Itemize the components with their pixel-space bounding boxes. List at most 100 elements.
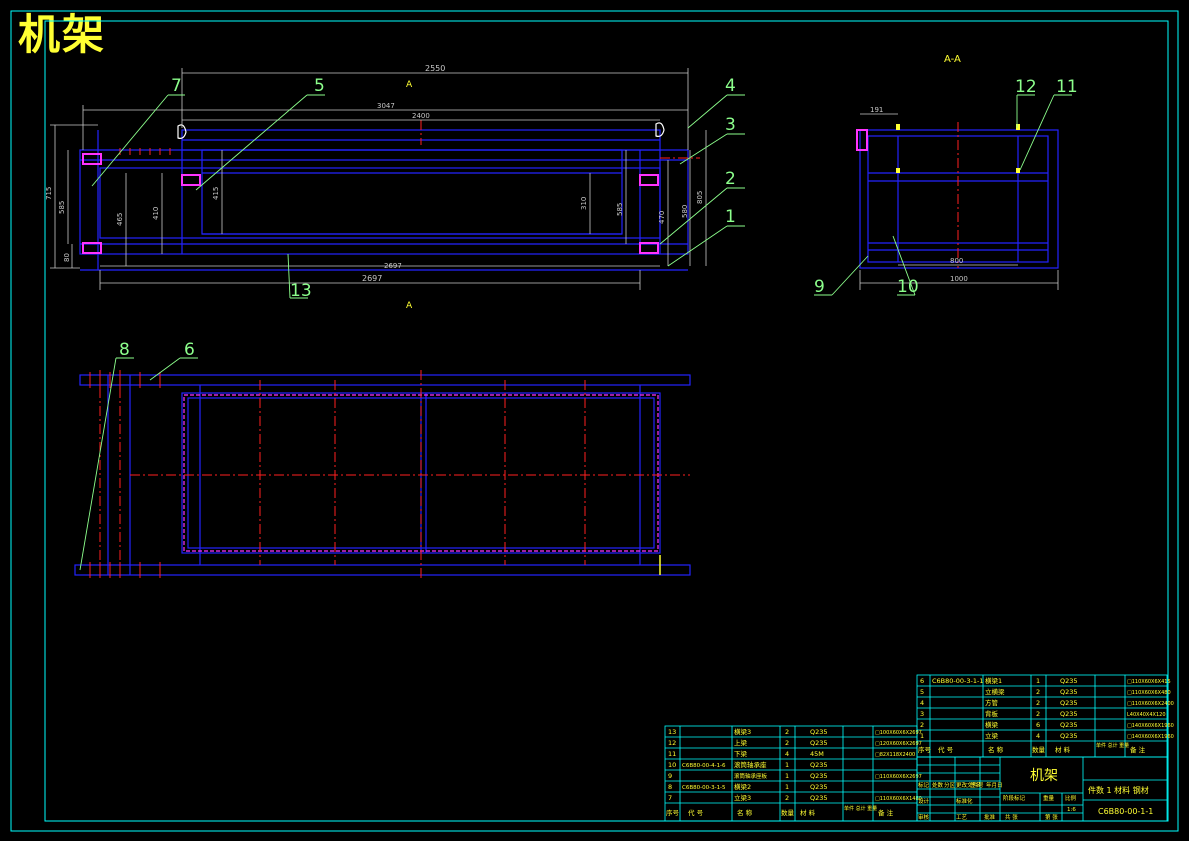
svg-text:7: 7 [668, 794, 672, 802]
svg-text:Q235: Q235 [1060, 699, 1078, 707]
svg-text:□100X60X6X2697: □100X60X6X2697 [875, 730, 922, 736]
svg-text:重量: 重量 [1043, 794, 1055, 802]
svg-text:上梁: 上梁 [734, 738, 748, 747]
svg-text:方管: 方管 [985, 698, 999, 707]
svg-text:材 料: 材 料 [800, 808, 816, 817]
svg-text:序号: 序号 [666, 808, 680, 817]
dim-805: 805 [696, 191, 704, 204]
dim-585a: 585 [58, 201, 66, 214]
svg-text:Q235: Q235 [810, 728, 828, 736]
dim-2550: 2550 [425, 64, 445, 73]
svg-text:Q235: Q235 [810, 761, 828, 769]
dim-2400: 2400 [412, 112, 430, 120]
svg-text:13: 13 [668, 728, 676, 736]
dim-3047: 3047 [377, 102, 395, 110]
svg-text:备 注: 备 注 [1130, 745, 1146, 754]
svg-text:□110X60X6X1480: □110X60X6X1480 [875, 796, 922, 802]
bom-left: 13 横梁3 2 Q235 □100X60X6X2697 12 上梁 2 Q235 □120X6… [664, 725, 922, 822]
svg-text:□110X60X6X2400: □110X60X6X2400 [1127, 701, 1174, 707]
svg-text:6: 6 [1036, 721, 1040, 729]
dim-80: 80 [63, 253, 71, 262]
svg-text:2: 2 [785, 728, 789, 736]
svg-text:备 注: 备 注 [878, 808, 894, 817]
svg-text:□110X60X6X480: □110X60X6X480 [1127, 690, 1171, 696]
svg-text:Q235: Q235 [810, 772, 828, 780]
svg-text:9: 9 [668, 772, 672, 780]
section-bolt [856, 129, 868, 151]
svg-text:□110X60X6X415: □110X60X6X415 [1127, 679, 1171, 685]
svg-text:处数: 处数 [932, 781, 944, 789]
section-mark-bottom: A [406, 301, 413, 311]
svg-text:4: 4 [785, 750, 789, 758]
svg-text:6: 6 [920, 677, 924, 685]
front-view-outline [79, 129, 689, 271]
dim-715: 715 [45, 187, 53, 200]
svg-text:Q235: Q235 [1060, 710, 1078, 718]
svg-text:标记: 标记 [918, 781, 930, 789]
svg-text:8: 8 [668, 783, 672, 791]
svg-text:数量: 数量 [1032, 745, 1046, 754]
svg-text:审核: 审核 [918, 813, 930, 821]
svg-text:11: 11 [668, 750, 676, 758]
dim-2697b: 2697 [362, 274, 382, 283]
front-view-centerlines [420, 120, 700, 159]
svg-text:数量: 数量 [781, 808, 795, 817]
title-block-cells: 标记 处数 分区 更改文件号 签名 年月日 设计 标准化 阶段标记 重量 比例 … [918, 781, 1077, 821]
svg-text:滚筒轴承座板: 滚筒轴承座板 [734, 772, 768, 780]
svg-text:名 称: 名 称 [737, 808, 753, 817]
svg-text:1: 1 [785, 772, 789, 780]
svg-text:单件 总计 重量: 单件 总计 重量 [1096, 742, 1129, 749]
svg-text:横梁1: 横梁1 [985, 676, 1002, 685]
balloon-12: 12 [1015, 77, 1037, 97]
svg-text:4: 4 [920, 699, 924, 707]
bom-right: 6 C6B80-00-3-1-1 横梁1 1 Q235 □110X60X6X415 5 立横… [916, 674, 1174, 758]
svg-text:2: 2 [785, 794, 789, 802]
top-view: 8 6 [74, 340, 691, 580]
svg-text:12: 12 [668, 739, 676, 747]
dim-585b: 585 [616, 203, 624, 216]
balloon-5: 5 [314, 76, 325, 96]
svg-text:工艺: 工艺 [956, 814, 968, 821]
svg-text:Q235: Q235 [1060, 677, 1078, 685]
svg-text:3: 3 [920, 710, 924, 718]
dim-465: 465 [116, 213, 124, 226]
svg-text:□140X60X6X1960: □140X60X6X1960 [1127, 723, 1174, 729]
balloon-1: 1 [725, 207, 736, 227]
svg-text:立横梁: 立横梁 [985, 687, 1005, 696]
balloon-10: 10 [897, 277, 919, 297]
balloon-9: 9 [814, 277, 825, 297]
svg-text:Q235: Q235 [810, 739, 828, 747]
section-dim-labels: 191 800 1000 [870, 106, 968, 283]
svg-text:2: 2 [920, 721, 924, 729]
section-balloons: 12 11 9 10 [814, 77, 1078, 297]
svg-text:□140X60X6X1960: □140X60X6X1960 [1127, 734, 1174, 740]
svg-text:4: 4 [1036, 732, 1040, 740]
balloon-6: 6 [184, 340, 195, 360]
balloon-2: 2 [725, 169, 736, 189]
balloon-11: 11 [1056, 77, 1078, 97]
svg-text:背板: 背板 [985, 709, 999, 718]
svg-text:材 料: 材 料 [1055, 745, 1071, 754]
section-mark-top: A [406, 80, 413, 90]
dim-580: 580 [681, 205, 689, 218]
dim-470: 470 [658, 211, 666, 224]
svg-text:Q235: Q235 [1060, 688, 1078, 696]
front-view-hatch [119, 148, 171, 155]
svg-text:Q235: Q235 [810, 794, 828, 802]
svg-text:标准化: 标准化 [956, 797, 973, 805]
dim-310: 310 [580, 197, 588, 210]
svg-text:横梁2: 横梁2 [734, 782, 751, 791]
dim-410: 410 [152, 207, 160, 220]
svg-text:下梁: 下梁 [734, 749, 748, 758]
dim-191: 191 [870, 106, 883, 114]
svg-text:C6B80-00-3-1-5: C6B80-00-3-1-5 [682, 785, 726, 791]
svg-text:1: 1 [785, 761, 789, 769]
svg-text:2: 2 [1036, 710, 1040, 718]
svg-text:C6B80-00-3-1-1: C6B80-00-3-1-1 [932, 677, 983, 685]
svg-text:2: 2 [1036, 699, 1040, 707]
svg-text:1: 1 [1036, 677, 1040, 685]
section-label: A-A [944, 54, 961, 65]
svg-text:45M: 45M [810, 750, 824, 758]
title-block-drawing-no: C6B80-00-1-1 [1098, 807, 1153, 816]
balloon-4: 4 [725, 76, 736, 96]
